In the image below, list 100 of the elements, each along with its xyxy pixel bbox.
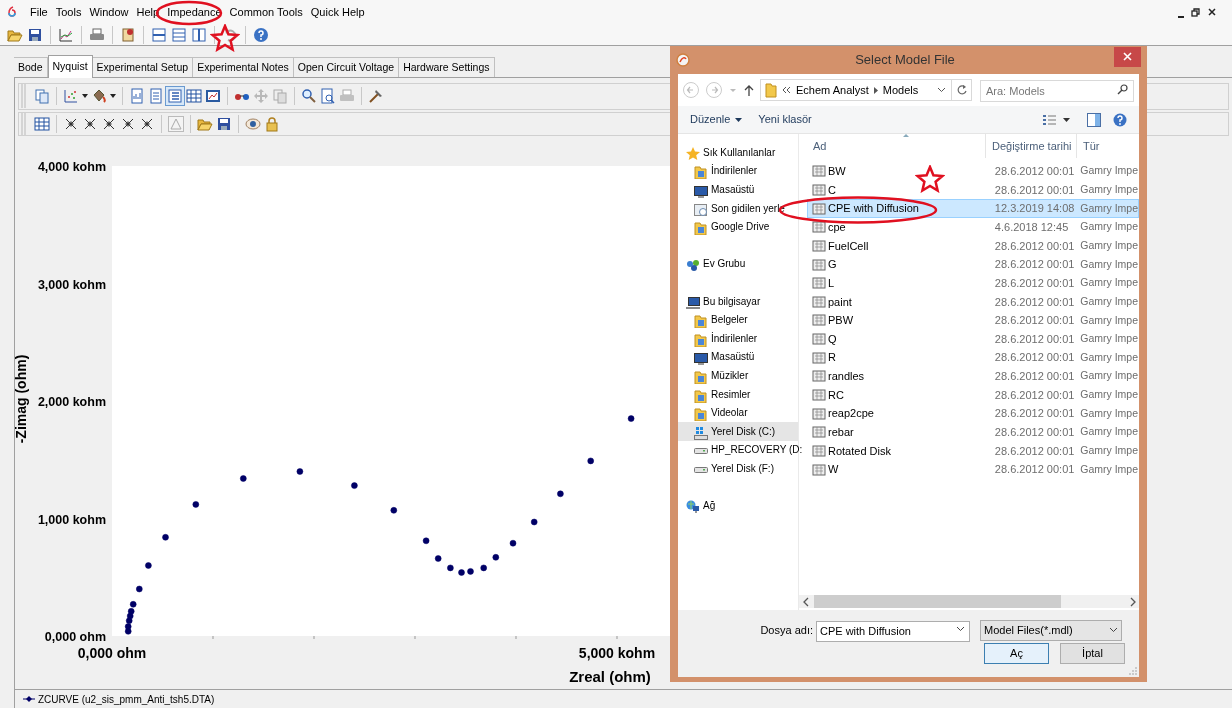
navigation-item[interactable]: Belgeler [678,310,798,329]
menu-item[interactable]: Quick Help [307,0,368,24]
columns-icon[interactable] [191,26,207,43]
navigation-item[interactable]: Masaüstü [678,180,798,199]
dropdown-chevron-icon[interactable] [956,626,965,632]
breadcrumb-item[interactable]: Models [882,81,919,99]
list-view-icon[interactable] [167,88,183,105]
computer-icon [686,295,700,310]
navigation-item[interactable]: İndirilenler [678,161,798,181]
file-row[interactable]: randles 28.6.2012 00:01 Gamry Impe [807,367,1139,386]
table-icon[interactable] [186,88,202,105]
search-icon[interactable] [1117,84,1128,95]
file-row[interactable]: paint 28.6.2012 00:01 Gamry Impe [807,292,1139,312]
file-row[interactable]: cpe 4.6.2018 12:45 Gamry Impe [807,217,1139,237]
tab[interactable]: Nyquist [47,55,93,78]
menu-item[interactable]: Window [86,0,132,24]
eye-icon[interactable] [245,115,261,132]
file-row[interactable]: R 28.6.2012 00:01 Gamry Impe [807,348,1139,368]
menu-item[interactable]: File [27,0,51,24]
navigation-item[interactable]: Videolar [678,403,798,422]
file-row[interactable]: Rotated Disk 28.6.2012 00:01 Gamry Impe [807,441,1139,461]
tab[interactable]: Bode [14,57,48,77]
menu-item[interactable]: Tools [52,0,85,24]
navigation-item[interactable]: Ev Grubu [678,254,798,274]
file-row[interactable]: Q 28.6.2012 00:01 Gamry Impe [807,329,1139,349]
navigation-item[interactable]: Sık Kullanılanlar [678,143,798,162]
print-icon[interactable] [89,26,105,43]
file-row[interactable]: reap2cpe 28.6.2012 00:01 Gamry Impe [807,404,1139,423]
caret-icon[interactable] [81,93,89,100]
refresh-icon[interactable] [955,84,968,96]
column-header[interactable]: Tür [1077,134,1100,158]
save-icon[interactable] [27,26,43,43]
file-row[interactable]: W 28.6.2012 00:01 Gamry Impe [807,460,1139,479]
file-name: CPE with Diffusion [828,202,919,215]
dialog-button[interactable]: Aç [984,643,1049,664]
restore-icon[interactable] [1191,7,1200,17]
paint-bucket-icon[interactable] [91,88,107,105]
navigation-item[interactable]: İndirilenler [678,328,798,348]
navigation-item[interactable]: Yerel Disk (F:) [678,459,798,478]
file-type: Gamry Impe [1080,443,1138,459]
tab[interactable]: Experimental Setup [92,57,194,77]
tab[interactable]: Open Circuit Voltage [293,57,400,77]
close-button[interactable] [1114,46,1141,67]
chart-window-icon[interactable] [205,88,221,105]
file-row[interactable]: RC 28.6.2012 00:01 Gamry Impe [807,385,1139,405]
help-icon[interactable] [253,26,269,43]
chart-icon[interactable] [58,26,74,43]
caret-icon[interactable] [1063,117,1070,122]
file-row[interactable]: rebar 28.6.2012 00:01 Gamry Impe [807,422,1139,442]
close-icon[interactable] [1208,8,1216,16]
navigation-item[interactable]: Resimler [678,384,798,404]
file-row[interactable]: C 28.6.2012 00:01 Gamry Impe [807,180,1139,200]
navigation-item[interactable]: Masaüstü [678,347,798,367]
scroll-left-icon[interactable] [803,596,809,607]
file-name-combobox[interactable]: CPE with Diffusion [816,620,970,642]
file-row[interactable]: G 28.6.2012 00:01 Gamry Impe [807,255,1139,274]
zoom-icon[interactable] [301,88,317,105]
tab[interactable]: Experimental Notes [193,57,294,77]
report-icon[interactable] [120,26,136,43]
navigation-item[interactable]: Müzikler [678,366,798,385]
horizontal-scrollbar[interactable] [799,595,1139,608]
file-row[interactable]: PBW 28.6.2012 00:01 Gamry Impe [807,311,1139,330]
navigation-item[interactable]: Ağ [678,496,798,515]
dropdown-chevron-icon[interactable] [937,87,946,93]
breadcrumb-item[interactable]: Echem Analyst [796,81,869,99]
split-rows-icon[interactable] [151,26,167,43]
file-icon [812,313,826,328]
file-row[interactable]: L 28.6.2012 00:01 Gamry Impe [807,273,1139,293]
view-list-icon[interactable] [1042,113,1056,126]
rows-icon[interactable] [171,26,187,43]
help-icon[interactable] [1113,112,1127,127]
column-header[interactable]: Ad [799,134,986,158]
menu-item[interactable]: Common Tools [226,0,306,24]
file-row[interactable]: FuelCell 28.6.2012 00:01 Gamry Impe [807,236,1139,256]
hammer-icon[interactable] [368,88,384,105]
copy-icon[interactable] [34,88,50,105]
save-icon[interactable] [216,115,232,132]
lock-icon[interactable] [264,115,280,132]
up-arrow-icon[interactable] [744,83,754,97]
file-row[interactable]: CPE with Diffusion 12.3.2019 14:08 Gamry Impe [807,199,1139,218]
preview-pane-icon[interactable] [1087,112,1101,127]
monitor-icon [694,184,708,198]
toolbar-command[interactable]: Düzenle [690,111,743,128]
page-zoom-icon[interactable] [320,88,336,105]
table-icon[interactable] [34,115,50,132]
scroll-right-icon[interactable] [1130,596,1136,607]
file-row[interactable]: BW 28.6.2012 00:01 Gamry Impe [807,162,1139,181]
scrollbar-thumb[interactable] [814,595,1061,608]
file-type-dropdown[interactable]: Model Files(*.mdl) [980,619,1122,641]
dialog-button[interactable]: İptal [1060,643,1125,664]
navigation-item[interactable]: Google Drive [678,217,798,236]
navigation-item[interactable]: Yerel Disk (C:) [678,421,798,441]
column-header[interactable]: Değiştirme tarihi [986,134,1077,158]
navigation-item[interactable]: Bu bilgisayar [678,291,798,311]
caret-icon[interactable] [109,93,117,100]
address-bar[interactable]: Echem Analyst Models [760,79,972,101]
toolbar-command[interactable]: Yeni klasör [758,111,812,128]
search-field[interactable]: Ara: Models [980,80,1134,102]
tab[interactable]: Hardware Settings [399,57,495,77]
undo-icon[interactable] [222,26,238,43]
